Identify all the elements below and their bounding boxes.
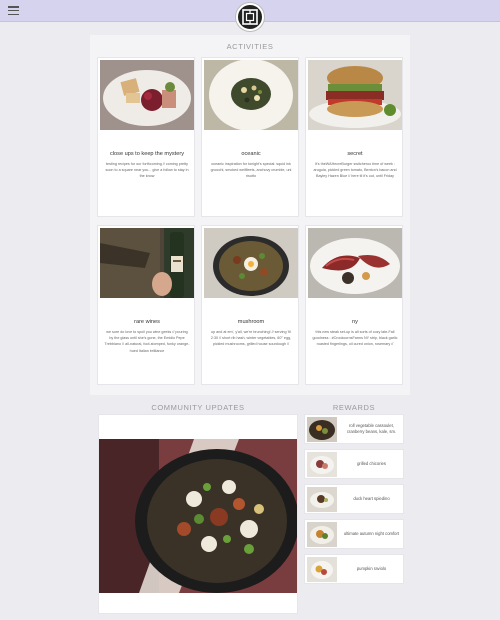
brand-logo-icon[interactable] [236,3,264,31]
activity-card[interactable]: rare wines we sure do love to spoil you … [97,225,195,385]
reward-label: pumpkin raviolo [356,566,387,572]
card-description: we sure do love to spoil you wine geeks … [104,330,190,353]
reward-item[interactable]: pumpkin raviolo [304,554,404,584]
activity-card[interactable]: secret It's theWAHecreBurger switcheroo … [305,57,403,217]
reward-label: grilled chicories [357,461,386,467]
reward-label: ultimate autumn night comfort [343,531,400,537]
card-title: mushroom [237,319,265,325]
reward-item[interactable]: grilled chicories [304,449,404,479]
community-updates-title: COMMUNITY UPDATES [151,403,245,412]
activity-card[interactable]: oceanic oceanic inspiration for tonight'… [201,57,299,217]
card-title: ny [352,319,358,325]
hamburger-menu-icon[interactable] [8,6,19,15]
activities-section: ACTIVITIES close ups to keep the mystery… [90,35,410,395]
card-description: It's theWAHecreBurger switcheroo time of… [313,162,397,179]
community-photo [99,439,297,593]
reward-item[interactable]: roll vegetable cassoulet, cranberry bean… [304,414,404,444]
food-photo [308,228,402,298]
card-title: oceanic [241,151,261,157]
activity-card[interactable]: mushroom up and at em', y'all, we're bru… [201,225,299,385]
card-description: this new steak set-up is all sorts of co… [312,330,398,347]
reward-label: duck heart spiedino [353,496,390,502]
reward-thumbnail [307,557,337,582]
rewards-title: REWARDS [332,403,376,412]
card-description: testing recipes for our forthcoming // c… [105,162,189,179]
card-description: oceanic inspiration for tonight's specia… [210,162,292,179]
food-photo [204,60,298,130]
wine-photo [100,228,194,298]
card-title: close ups to keep the mystery [110,151,184,157]
community-update-card[interactable] [98,414,298,614]
card-description: up and at em', y'all, we're brunching! /… [210,330,292,347]
food-photo [100,60,194,130]
card-title: secret [347,151,363,157]
reward-item[interactable]: ultimate autumn night comfort [304,519,404,549]
activity-card[interactable]: ny this new steak set-up is all sorts of… [305,225,403,385]
food-photo [308,60,402,130]
card-title: rare wines [134,319,160,325]
reward-thumbnail [307,417,337,442]
reward-label: roll vegetable cassoulet, cranberry bean… [346,423,397,434]
reward-item[interactable]: duck heart spiedino [304,484,404,514]
reward-thumbnail [307,522,337,547]
reward-thumbnail [307,452,337,477]
food-photo [204,228,298,298]
activity-card[interactable]: close ups to keep the mystery testing re… [97,57,195,217]
activities-title: ACTIVITIES [226,42,274,51]
reward-thumbnail [307,487,337,512]
